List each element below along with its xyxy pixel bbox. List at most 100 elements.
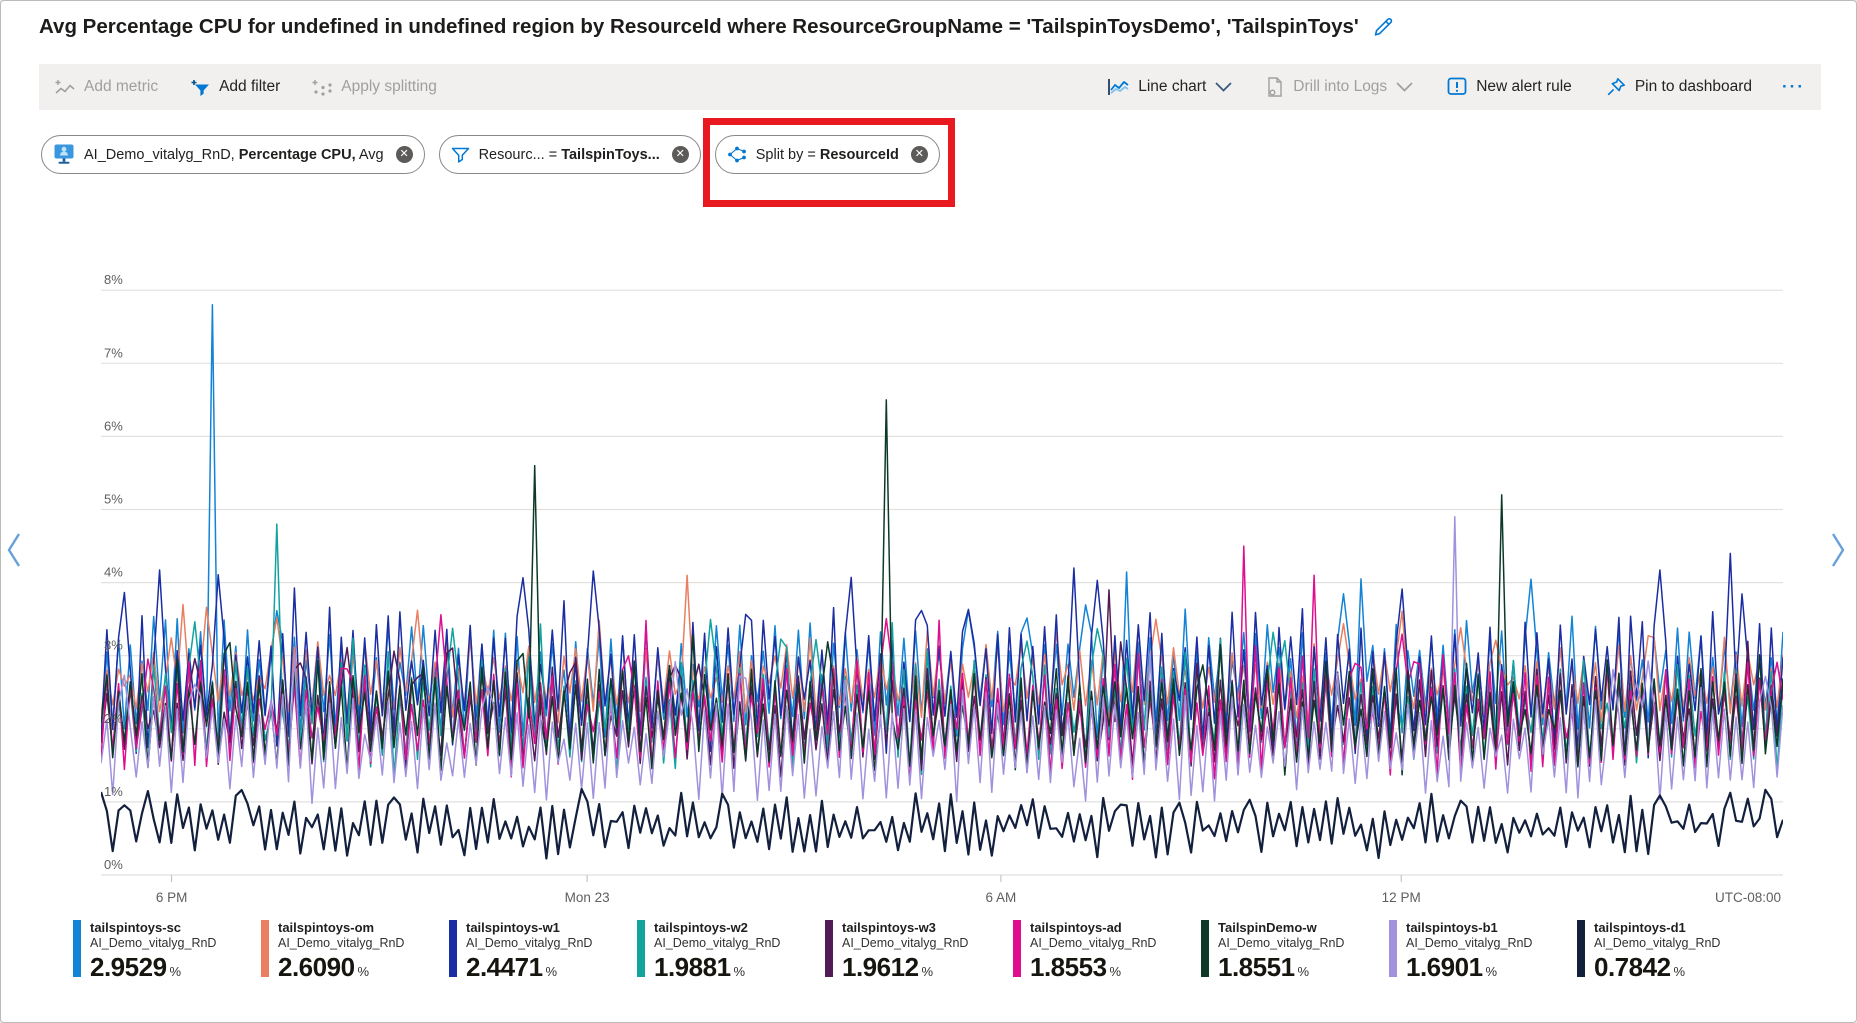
- add-filter-button[interactable]: Add filter: [190, 78, 280, 96]
- legend-unit: %: [1674, 964, 1685, 979]
- chart-plot-svg: 0%1%2%3%4%5%6%7%8%6 PMMon 236 AM12 PMUTC…: [101, 217, 1783, 929]
- svg-text:5%: 5%: [104, 492, 123, 507]
- page-title: Avg Percentage CPU for undefined in unde…: [39, 15, 1395, 39]
- svg-text:6%: 6%: [104, 418, 123, 433]
- legend-unit: %: [922, 964, 933, 979]
- legend-unit: %: [546, 964, 557, 979]
- add-metric-button[interactable]: Add metric: [55, 78, 158, 96]
- remove-metric-button[interactable]: ✕: [396, 146, 413, 163]
- chart-toolbar: Add metric Add filter Apply splitting: [39, 64, 1821, 110]
- legend-series-name: tailspintoys-ad: [1030, 920, 1156, 936]
- legend-item-TailspinDemo-w[interactable]: TailspinDemo-wAI_Demo_vitalyg_RnD1.8551%: [1201, 920, 1389, 981]
- split-value: ResourceId: [820, 147, 899, 163]
- chart-type-dropdown[interactable]: Line chart: [1107, 78, 1232, 96]
- apply-splitting-label: Apply splitting: [341, 78, 437, 96]
- pin-icon: [1606, 77, 1626, 97]
- legend-resource-name: AI_Demo_vitalyg_RnD: [1030, 936, 1156, 952]
- legend-color-bar: [73, 920, 81, 977]
- split-by-pill[interactable]: Split by = ResourceId ✕: [715, 135, 940, 174]
- svg-text:8%: 8%: [104, 272, 123, 287]
- legend-resource-name: AI_Demo_vitalyg_RnD: [1406, 936, 1532, 952]
- filter-field: Resourc...: [479, 147, 545, 163]
- legend-series-name: tailspintoys-d1: [1594, 920, 1720, 936]
- document-icon: [1266, 77, 1284, 97]
- legend-series-name: tailspintoys-om: [278, 920, 404, 936]
- edit-title-button[interactable]: [1371, 15, 1395, 39]
- legend-unit: %: [1110, 964, 1121, 979]
- legend-item-tailspintoys-ad[interactable]: tailspintoys-adAI_Demo_vitalyg_RnD1.8553…: [1013, 920, 1201, 981]
- legend-series-name: tailspintoys-sc: [90, 920, 216, 936]
- more-options-button[interactable]: ···: [1782, 77, 1805, 97]
- metrics-explorer-window: Avg Percentage CPU for undefined in unde…: [0, 0, 1857, 1023]
- legend-texts: tailspintoys-omAI_Demo_vitalyg_RnD2.6090…: [278, 920, 404, 981]
- legend-color-bar: [1201, 920, 1209, 977]
- add-filter-label: Add filter: [219, 78, 280, 96]
- drill-into-logs-dropdown[interactable]: Drill into Logs: [1266, 77, 1413, 97]
- legend-texts: tailspintoys-w2AI_Demo_vitalyg_RnD1.9881…: [654, 920, 780, 981]
- metric-aggregation: Avg: [359, 147, 384, 163]
- legend-unit: %: [170, 964, 181, 979]
- legend-texts: TailspinDemo-wAI_Demo_vitalyg_RnD1.8551%: [1218, 920, 1344, 981]
- legend-avg-value: 2.9529%: [90, 953, 216, 982]
- add-filter-icon: [190, 79, 210, 96]
- legend-color-bar: [825, 920, 833, 977]
- legend-color-bar: [449, 920, 457, 977]
- legend-avg-value: 1.6901%: [1406, 953, 1532, 982]
- chevron-down-icon: [1215, 82, 1232, 92]
- legend-series-name: tailspintoys-w1: [466, 920, 592, 936]
- legend-unit: %: [358, 964, 369, 979]
- pencil-icon: [1371, 15, 1395, 39]
- legend-avg-value: 2.4471%: [466, 953, 592, 982]
- next-chart-button[interactable]: [1829, 531, 1847, 574]
- legend-unit: %: [1298, 964, 1309, 979]
- legend-resource-name: AI_Demo_vitalyg_RnD: [1218, 936, 1344, 952]
- split-operator: =: [807, 147, 815, 163]
- svg-text:4%: 4%: [104, 565, 123, 580]
- legend-color-bar: [1577, 920, 1585, 977]
- legend-color-bar: [261, 920, 269, 977]
- svg-text:6 PM: 6 PM: [156, 890, 188, 905]
- new-alert-rule-button[interactable]: New alert rule: [1447, 77, 1572, 97]
- legend-item-tailspintoys-w2[interactable]: tailspintoys-w2AI_Demo_vitalyg_RnD1.9881…: [637, 920, 825, 981]
- filter-pill[interactable]: Resourc... = TailspinToys... ✕: [439, 135, 701, 174]
- chart-title-text: Avg Percentage CPU for undefined in unde…: [39, 15, 1359, 39]
- remove-filter-button[interactable]: ✕: [672, 146, 689, 163]
- legend-texts: tailspintoys-scAI_Demo_vitalyg_RnD2.9529…: [90, 920, 216, 981]
- svg-text:7%: 7%: [104, 345, 123, 360]
- svg-text:2%: 2%: [104, 711, 123, 726]
- filter-operator: =: [549, 147, 557, 163]
- apply-splitting-button[interactable]: Apply splitting: [312, 78, 437, 96]
- legend-series-name: tailspintoys-b1: [1406, 920, 1532, 936]
- legend-color-bar: [1013, 920, 1021, 977]
- metric-pill[interactable]: AI_Demo_vitalyg_RnD, Percentage CPU, Avg…: [41, 135, 425, 174]
- split-label: Split by: [756, 147, 804, 163]
- line-chart-icon: [1107, 78, 1129, 96]
- pin-to-dashboard-button[interactable]: Pin to dashboard: [1606, 77, 1752, 97]
- line-chart-canvas[interactable]: 0%1%2%3%4%5%6%7%8%6 PMMon 236 AM12 PMUTC…: [101, 217, 1783, 929]
- legend-item-tailspintoys-w3[interactable]: tailspintoys-w3AI_Demo_vitalyg_RnD1.9612…: [825, 920, 1013, 981]
- remove-split-button[interactable]: ✕: [911, 146, 928, 163]
- legend-texts: tailspintoys-w3AI_Demo_vitalyg_RnD1.9612…: [842, 920, 968, 981]
- legend-item-tailspintoys-d1[interactable]: tailspintoys-d1AI_Demo_vitalyg_RnD0.7842…: [1577, 920, 1765, 981]
- svg-text:UTC-08:00: UTC-08:00: [1715, 890, 1781, 905]
- legend-item-tailspintoys-w1[interactable]: tailspintoys-w1AI_Demo_vitalyg_RnD2.4471…: [449, 920, 637, 981]
- legend-item-tailspintoys-sc[interactable]: tailspintoys-scAI_Demo_vitalyg_RnD2.9529…: [73, 920, 261, 981]
- toolbar-right-group: Line chart Drill into Logs New alert: [1073, 77, 1805, 97]
- legend-unit: %: [734, 964, 745, 979]
- legend-item-tailspintoys-b1[interactable]: tailspintoys-b1AI_Demo_vitalyg_RnD1.6901…: [1389, 920, 1577, 981]
- chart-legend: tailspintoys-sc AI_Demo_vitalyg_RnD 2.9529…: [73, 920, 1765, 981]
- legend-avg-value: 1.9881%: [654, 953, 780, 982]
- svg-text:Mon 23: Mon 23: [565, 890, 610, 905]
- chevron-left-icon: [5, 531, 23, 569]
- add-metric-icon: [55, 79, 75, 96]
- legend-unit: %: [1486, 964, 1497, 979]
- legend-color-bar: [1389, 920, 1397, 977]
- legend-resource-name: AI_Demo_vitalyg_RnD: [842, 936, 968, 952]
- new-alert-rule-label: New alert rule: [1476, 78, 1572, 96]
- split-by-icon: [727, 146, 747, 163]
- svg-text:6 AM: 6 AM: [986, 890, 1017, 905]
- previous-chart-button[interactable]: [5, 531, 23, 574]
- pill-row: AI_Demo_vitalyg_RnD, Percentage CPU, Avg…: [41, 135, 940, 174]
- legend-item-tailspintoys-om[interactable]: tailspintoys-omAI_Demo_vitalyg_RnD2.6090…: [261, 920, 449, 981]
- filter-pill-text: Resourc... = TailspinToys...: [479, 147, 660, 163]
